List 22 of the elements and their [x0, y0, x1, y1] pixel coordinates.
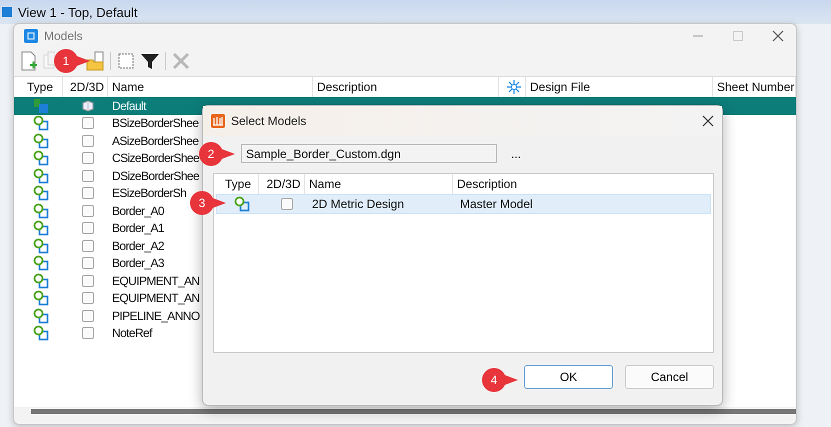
table-cell: ESizeBorderSh: [112, 186, 186, 200]
dialog-title: Select Models: [231, 114, 306, 128]
table-cell: Border_A2: [112, 238, 164, 253]
callout-tooltip: 4: [482, 368, 518, 392]
table-cell: 2D Metric Design: [312, 197, 404, 211]
callout-tooltip: 2: [199, 142, 235, 166]
table-cell: EQUIPMENT_AN: [112, 274, 200, 288]
table-cell: Border_A1: [112, 221, 164, 236]
table-cell: DSizeBorderShee: [112, 168, 200, 183]
table-cell: Master Model: [460, 197, 533, 211]
table-cell: Border_A3: [112, 256, 164, 270]
table-cell: NoteRef: [112, 326, 152, 340]
callout-tooltip: 1: [54, 49, 90, 73]
table-cell: CSizeBorderShee: [112, 151, 200, 166]
table-cell: BSizeBorderShee: [112, 116, 198, 130]
table-cell: Default: [112, 98, 146, 113]
table-cell: PIPELINE_ANNO: [112, 308, 200, 323]
window-title: View 1 - Top, Default: [18, 4, 138, 20]
window-title: Models: [44, 29, 83, 43]
table-cell: EQUIPMENT_AN: [112, 291, 200, 306]
table-cell: ASizeBorderShee: [112, 134, 198, 148]
table-cell: Border_A0: [112, 204, 164, 218]
